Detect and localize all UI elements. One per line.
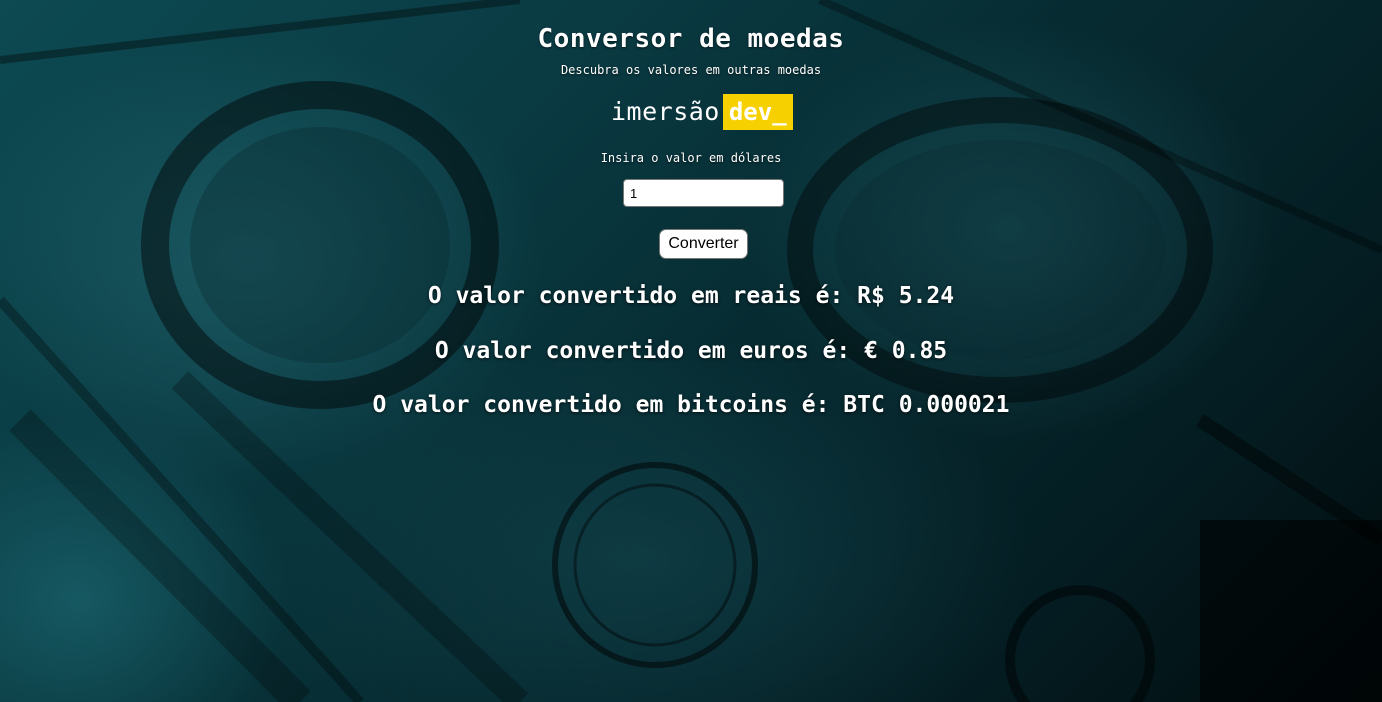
result-bitcoin: O valor convertido em bitcoins é: BTC 0.… bbox=[372, 392, 1010, 418]
logo-badge: dev_ bbox=[722, 94, 793, 130]
page-title: Conversor de moedas bbox=[537, 24, 845, 54]
result-euros: O valor convertido em euros é: € 0.85 bbox=[434, 338, 948, 364]
logo-text: imersão bbox=[611, 97, 720, 126]
result-reais: O valor convertido em reais é: R$ 5.24 bbox=[427, 283, 955, 309]
convert-button[interactable]: Converter bbox=[659, 229, 748, 259]
dollar-input-label: Insira o valor em dólares bbox=[600, 151, 782, 165]
dollar-value-input[interactable] bbox=[623, 179, 784, 207]
imersao-dev-logo: imersão dev_ bbox=[611, 94, 793, 130]
page-subtitle: Descubra os valores em outras moedas bbox=[560, 63, 822, 77]
